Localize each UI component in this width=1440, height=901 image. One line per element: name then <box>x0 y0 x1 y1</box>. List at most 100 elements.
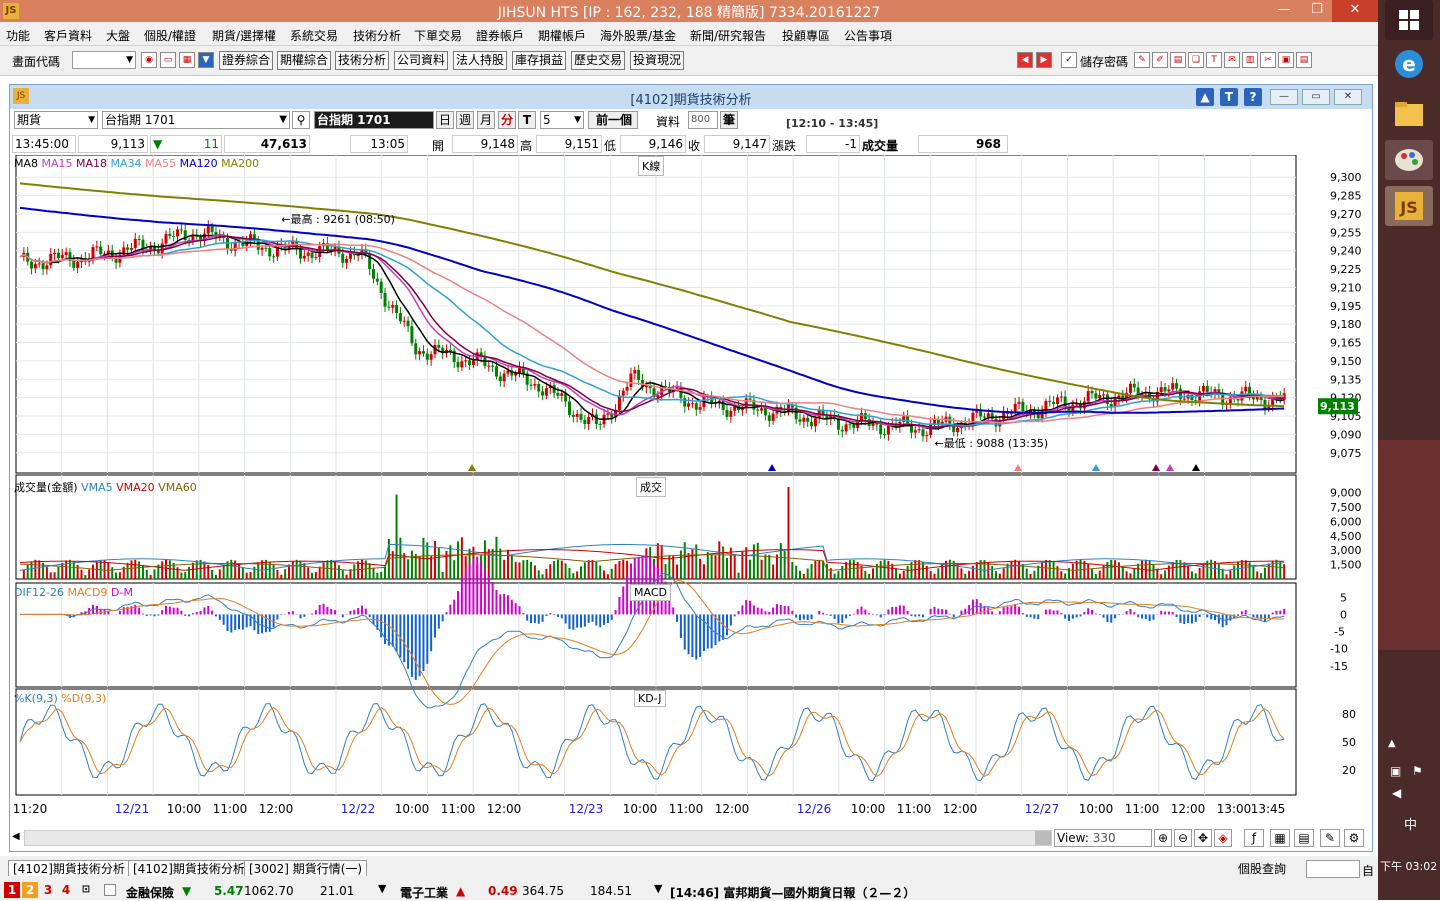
stock-lookup-go[interactable]: 自 <box>1362 862 1374 879</box>
toolbar-button[interactable]: 庫存損益 <box>512 51 566 70</box>
ticker-page-2[interactable]: 2 <box>22 882 38 898</box>
menu-item[interactable]: 系統交易 <box>290 27 338 44</box>
toolbar-button[interactable]: 法人持股 <box>453 51 507 70</box>
tray-up-icon[interactable]: ▲ <box>1388 738 1396 749</box>
fit-icon[interactable]: ◈ <box>1214 829 1232 847</box>
minimize-button[interactable]: — <box>1266 0 1302 22</box>
clock[interactable]: 下午 03:02 <box>1380 858 1437 874</box>
menu-item[interactable]: 客戶資料 <box>44 27 92 44</box>
indicator-icon[interactable]: ƒ <box>1244 829 1264 847</box>
menu-item[interactable]: 投顧專區 <box>782 27 830 44</box>
menu-item[interactable]: 證券帳戶 <box>476 27 524 44</box>
symbol-input[interactable]: 台指期 1701 ▼ <box>102 111 290 129</box>
close-button[interactable]: ✕ <box>1332 0 1378 22</box>
menu-item[interactable]: 海外股票/基金 <box>600 27 676 44</box>
export-icon[interactable]: ▣ <box>1278 52 1294 68</box>
prev-arrow-icon[interactable]: ◀ <box>1017 52 1033 68</box>
period-tick-button[interactable]: T <box>518 111 536 129</box>
action-center-icon[interactable]: ⚑ <box>1412 764 1423 778</box>
product-type-select[interactable]: 期貨 ▼ <box>14 111 98 129</box>
menu-item[interactable]: 功能 <box>6 27 30 44</box>
ticker-page-4[interactable]: 4 <box>58 882 74 898</box>
tab-4102-a[interactable]: [4102]期貨技術分析 <box>8 860 130 876</box>
scrollbar[interactable] <box>24 830 1052 846</box>
menu-item[interactable]: 技術分析 <box>353 27 401 44</box>
menu-item[interactable]: 新聞/研究報告 <box>690 27 766 44</box>
menu-item[interactable]: 個股/權證 <box>144 27 196 44</box>
pan-icon[interactable]: ✥ <box>1194 829 1212 847</box>
save-password-checkbox[interactable]: ✓ <box>1061 52 1077 68</box>
layout-icon[interactable]: ▤ <box>1294 829 1314 847</box>
pen-icon[interactable]: ✎ <box>1134 52 1150 68</box>
network-icon[interactable]: ▣ <box>1390 764 1401 778</box>
edit-icon[interactable]: ✐ <box>1152 52 1168 68</box>
settings-icon[interactable]: ▤ <box>1296 52 1312 68</box>
toolbar-button[interactable]: 期權綜合 <box>277 51 331 70</box>
volume-icon[interactable]: ◀ <box>1392 786 1401 800</box>
print-icon[interactable]: ▦ <box>179 52 195 68</box>
text-icon[interactable]: T <box>1220 88 1238 106</box>
menu-item[interactable]: 公告事項 <box>844 27 892 44</box>
period-minute-button[interactable]: 分 <box>498 111 516 129</box>
data-count-input[interactable]: 800 <box>688 111 718 129</box>
gear-icon[interactable]: ⚙ <box>1344 829 1364 847</box>
copy-icon[interactable]: ❏ <box>1188 52 1204 68</box>
bars-button[interactable]: 筆 <box>720 111 738 129</box>
toolbar-button[interactable]: 技術分析 <box>335 51 389 70</box>
screen-code-input[interactable]: ▼ <box>72 51 136 69</box>
maximize-button[interactable]: ▭ <box>1302 89 1330 105</box>
text-icon[interactable]: T <box>1206 52 1222 68</box>
stock-lookup-input[interactable] <box>1306 860 1360 878</box>
tools-icon[interactable]: ✂ <box>1260 52 1276 68</box>
minute-select[interactable]: 5 ▼ <box>540 111 584 129</box>
close-button[interactable]: ✕ <box>1334 89 1362 105</box>
menu-item[interactable]: 期權帳戶 <box>538 27 586 44</box>
dropdown-icon[interactable]: ▼ <box>378 882 386 895</box>
paint-icon[interactable] <box>1385 140 1433 180</box>
zoom-out-icon[interactable]: ⊖ <box>1174 829 1192 847</box>
lock-icon[interactable]: ⊡ <box>78 882 94 898</box>
help-icon[interactable]: ? <box>1244 88 1262 106</box>
window-icon[interactable]: ▭ <box>160 52 176 68</box>
restore-button[interactable]: ❐ <box>1302 0 1332 22</box>
menu-item[interactable]: 期貨/選擇權 <box>212 27 276 44</box>
period-day-button[interactable]: 日 <box>436 111 454 129</box>
period-month-button[interactable]: 月 <box>477 111 495 129</box>
dropdown-icon[interactable]: ▼ <box>654 882 662 895</box>
ime-indicator[interactable]: 中 <box>1404 814 1417 833</box>
zoom-in-icon[interactable]: ⊕ <box>1154 829 1172 847</box>
menu-item[interactable]: 大盤 <box>106 27 130 44</box>
layout-icon[interactable]: ▥ <box>1242 52 1258 68</box>
toolbar-button[interactable]: 證券綜合 <box>219 51 273 70</box>
news-ticker[interactable]: [14:46] 富邦期貨—國外期貨日報（２—２） <box>670 884 915 901</box>
tab-3002[interactable]: [3002] 期貨行情(一) <box>244 860 368 876</box>
ticker-checkbox[interactable] <box>104 884 116 896</box>
scroll-left-icon[interactable]: ◀ <box>12 829 22 847</box>
down-arrow-icon: ▼ <box>182 884 192 898</box>
next-arrow-icon[interactable]: ▶ <box>1036 52 1052 68</box>
minimize-button[interactable]: — <box>1270 89 1298 105</box>
note-icon[interactable]: ✉ <box>1224 52 1240 68</box>
folder-icon[interactable] <box>1385 94 1433 134</box>
menu-item[interactable]: 下單交易 <box>414 27 462 44</box>
search-icon[interactable]: ⚲ <box>292 111 310 129</box>
dropdown-icon[interactable]: ▼ <box>198 52 214 68</box>
jihsun-app-icon[interactable]: JS <box>1385 186 1433 226</box>
toolbar-button[interactable]: 公司資料 <box>394 51 448 70</box>
draw-icon[interactable]: ✎ <box>1320 829 1340 847</box>
ticker-page-1[interactable]: 1 <box>4 882 20 898</box>
search-icon[interactable]: ◉ <box>141 52 157 68</box>
tab-4102-b[interactable]: [4102]期貨技術分析 <box>128 860 250 876</box>
toolbar-button[interactable]: 投資現況 <box>630 51 684 70</box>
toolbar-button[interactable]: 歷史交易 <box>571 51 625 70</box>
view-input[interactable]: View: 330 <box>1054 829 1152 847</box>
browser-icon[interactable]: e <box>1385 44 1433 84</box>
ticker-page-3[interactable]: 3 <box>40 882 56 898</box>
print-icon[interactable]: ▤ <box>1170 52 1186 68</box>
technical-chart[interactable]: 9,300 9,285 9,270 9,255 9,240 9,225 9,210 9,195… <box>12 155 1370 827</box>
start-icon[interactable] <box>1385 0 1433 40</box>
grid-icon[interactable]: ▦ <box>1270 829 1290 847</box>
period-week-button[interactable]: 週 <box>456 111 474 129</box>
up-icon[interactable]: ▲ <box>1196 88 1214 106</box>
prev-button[interactable]: 前一個 <box>588 111 638 129</box>
